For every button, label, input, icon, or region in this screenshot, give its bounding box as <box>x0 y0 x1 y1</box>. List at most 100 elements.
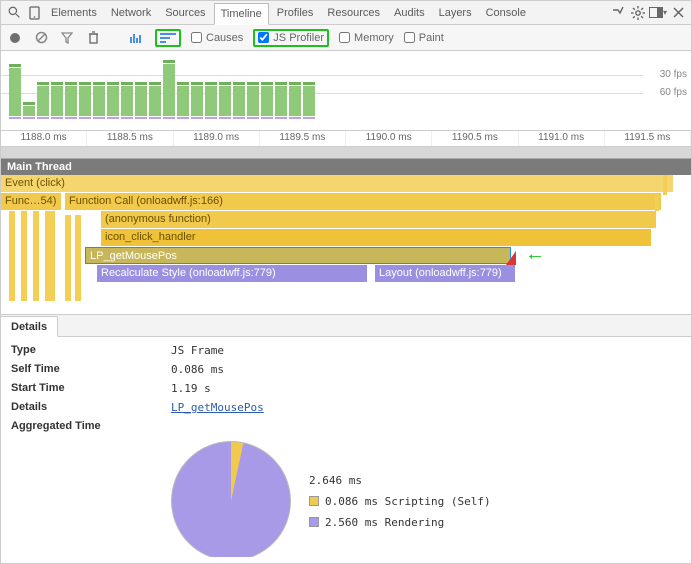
detail-label: Type <box>11 344 171 357</box>
overview-bar <box>65 86 77 116</box>
overview-bar <box>51 86 63 116</box>
thread-header: Main Thread <box>1 159 691 175</box>
memory-checkbox[interactable] <box>339 32 350 43</box>
overview-bar <box>247 86 259 116</box>
overview-scrubber[interactable] <box>1 147 691 159</box>
detail-row-selftime: Self Time 0.086 ms <box>1 360 691 379</box>
trash-icon[interactable] <box>85 30 101 46</box>
causes-label: Causes <box>206 32 243 44</box>
record-icon[interactable] <box>7 30 23 46</box>
ruler-tick: 1190.5 ms <box>432 131 518 146</box>
tab-resources[interactable]: Resources <box>321 3 386 23</box>
overview-bar <box>149 86 161 116</box>
overview-bar <box>303 86 315 116</box>
overview-chart[interactable]: 30 fps 60 fps <box>1 51 691 131</box>
flame-recalc-style[interactable]: Recalculate Style (onloadwff.js:779) <box>97 265 367 282</box>
legend-scripting: 0.086 ms Scripting (Self) <box>309 495 491 508</box>
pie-chart <box>171 441 291 557</box>
detail-row-starttime: Start Time 1.19 s <box>1 379 691 398</box>
tab-timeline[interactable]: Timeline <box>214 3 269 25</box>
overview-bar <box>9 68 21 116</box>
gear-icon[interactable] <box>629 4 647 22</box>
js-profiler-highlighted: JS Profiler <box>253 29 329 47</box>
memory-checkbox-group[interactable]: Memory <box>339 32 394 44</box>
overview-bar <box>191 86 203 116</box>
flame-func54[interactable]: Func…54) <box>1 193 61 210</box>
paint-checkbox[interactable] <box>404 32 415 43</box>
detail-link[interactable]: LP_getMousePos <box>171 401 264 414</box>
overview-bar <box>121 86 133 116</box>
detail-row-aggtime: Aggregated Time <box>1 417 691 435</box>
overview-bar <box>233 86 245 116</box>
tab-audits[interactable]: Audits <box>388 3 431 23</box>
devtools-tabbar: Elements Network Sources Timeline Profil… <box>1 1 691 25</box>
ruler-tick: 1188.5 ms <box>87 131 173 146</box>
ruler-tick: 1188.0 ms <box>1 131 87 146</box>
causes-checkbox[interactable] <box>191 32 202 43</box>
overview-bar <box>135 86 147 116</box>
device-icon[interactable] <box>25 4 43 22</box>
tab-layers[interactable]: Layers <box>433 3 478 23</box>
overview-bar <box>79 86 91 116</box>
detail-label: Self Time <box>11 363 171 376</box>
warning-triangle-icon <box>506 251 516 265</box>
flame-view-highlighted[interactable] <box>155 29 181 47</box>
legend-total: 2.646 ms <box>309 474 491 487</box>
flame-anon[interactable]: (anonymous function) <box>101 211 656 228</box>
detail-label: Aggregated Time <box>11 420 171 432</box>
dock-icon[interactable]: ▾ <box>649 4 667 22</box>
overview-bar <box>107 86 119 116</box>
overview-bar <box>23 106 35 116</box>
flame-lp-getmousepos[interactable]: LP_getMousePos <box>85 247 511 264</box>
aggregated-time-chart: 2.646 ms 0.086 ms Scripting (Self) 2.560… <box>1 435 691 557</box>
detail-value: 0.086 ms <box>171 363 224 376</box>
overview-bar <box>289 86 301 116</box>
drawer-icon[interactable] <box>609 4 627 22</box>
search-icon[interactable] <box>5 4 23 22</box>
close-icon[interactable] <box>669 4 687 22</box>
causes-checkbox-group[interactable]: Causes <box>191 32 243 44</box>
overview-bar <box>163 64 175 116</box>
ruler-tick: 1190.0 ms <box>346 131 432 146</box>
flame-event-click[interactable]: Event (click) <box>1 175 673 192</box>
clear-icon[interactable] <box>33 30 49 46</box>
ruler-tick: 1191.5 ms <box>605 131 691 146</box>
flame-icon-click[interactable]: icon_click_handler <box>101 229 651 246</box>
view-bars-icon[interactable] <box>129 30 145 46</box>
overview-bar <box>37 86 49 116</box>
js-profiler-checkbox[interactable] <box>258 32 269 43</box>
annotation-arrow-icon: ← <box>525 243 545 266</box>
details-tabbar: Details <box>1 315 691 337</box>
ruler-tick: 1189.5 ms <box>260 131 346 146</box>
flame-layout[interactable]: Layout (onloadwff.js:779) <box>375 265 515 282</box>
paint-checkbox-group[interactable]: Paint <box>404 32 444 44</box>
detail-label: Start Time <box>11 382 171 395</box>
timeline-toolbar: Causes JS Profiler Memory Paint <box>1 25 691 51</box>
details-tab[interactable]: Details <box>1 316 58 337</box>
overview-bar <box>275 86 287 116</box>
fps-60-label: 60 fps <box>660 87 687 98</box>
flame-function-call[interactable]: Function Call (onloadwff.js:166) <box>65 193 661 210</box>
tab-elements[interactable]: Elements <box>45 3 103 23</box>
overview-bar <box>261 86 273 116</box>
detail-label: Details <box>11 401 171 414</box>
tab-network[interactable]: Network <box>105 3 157 23</box>
pie-legend: 2.646 ms 0.086 ms Scripting (Self) 2.560… <box>309 474 491 529</box>
overview-bar <box>219 86 231 116</box>
flame-chart[interactable]: Event (click) Func…54) Function Call (on… <box>1 175 691 315</box>
tab-sources[interactable]: Sources <box>159 3 211 23</box>
filter-icon[interactable] <box>59 30 75 46</box>
paint-label: Paint <box>419 32 444 44</box>
js-profiler-checkbox-group[interactable]: JS Profiler <box>258 32 324 44</box>
overview-bar <box>205 86 217 116</box>
detail-row-details: Details LP_getMousePos <box>1 398 691 417</box>
js-profiler-label: JS Profiler <box>273 32 324 44</box>
legend-rendering: 2.560 ms Rendering <box>309 516 491 529</box>
details-panel: Type JS Frame Self Time 0.086 ms Start T… <box>1 337 691 557</box>
time-ruler[interactable]: 1188.0 ms 1188.5 ms 1189.0 ms 1189.5 ms … <box>1 131 691 147</box>
tab-console[interactable]: Console <box>480 3 532 23</box>
fps-30-label: 30 fps <box>660 69 687 80</box>
memory-label: Memory <box>354 32 394 44</box>
detail-row-type: Type JS Frame <box>1 341 691 360</box>
tab-profiles[interactable]: Profiles <box>271 3 320 23</box>
